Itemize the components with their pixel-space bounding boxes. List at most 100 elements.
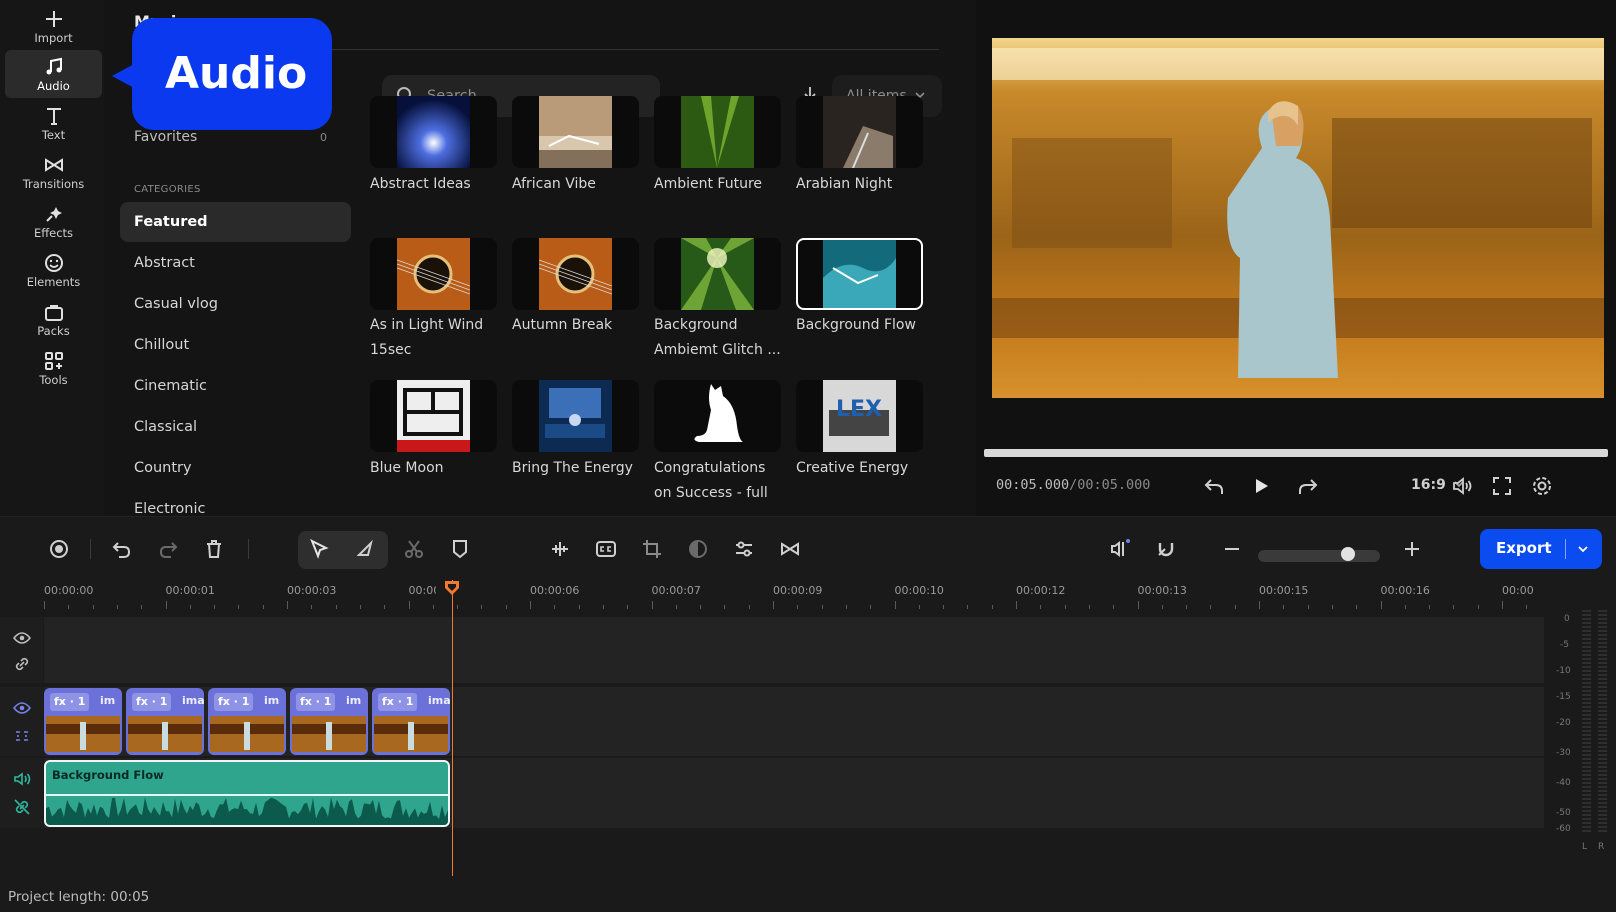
callout-pointer	[112, 64, 134, 88]
category-abstract[interactable]: Abstract	[120, 243, 351, 283]
tile-abstract-ideas[interactable]	[370, 96, 497, 168]
forward-icon[interactable]	[1296, 474, 1320, 498]
meter-label: -40	[1556, 778, 1571, 788]
rail-item-import[interactable]: Import	[5, 2, 102, 50]
play-icon[interactable]	[1249, 474, 1273, 498]
playhead[interactable]	[452, 580, 453, 876]
video-preview[interactable]	[992, 38, 1604, 398]
bag-icon	[44, 305, 63, 321]
ruler-tick	[748, 605, 750, 609]
volume-icon[interactable]	[1450, 474, 1474, 498]
undo-button[interactable]	[106, 533, 138, 565]
rail-label: Elements	[26, 275, 81, 289]
plus-icon	[1405, 542, 1419, 556]
tile-background-flow[interactable]	[796, 238, 923, 310]
fullscreen-icon[interactable]	[1490, 474, 1514, 498]
category-country[interactable]: Country	[120, 448, 351, 488]
select-tool-button[interactable]	[303, 533, 335, 565]
ruler-tick	[1356, 605, 1358, 609]
tile-as-in-light-wind[interactable]	[370, 238, 497, 310]
video-clip-4[interactable]: fx · 1 im	[290, 688, 368, 755]
rail-item-elements[interactable]: Elements	[5, 246, 102, 294]
toolbar-divider	[248, 539, 249, 559]
ruler-tick	[1526, 605, 1528, 609]
redo-button[interactable]	[152, 533, 184, 565]
chevron-down-icon[interactable]	[1577, 543, 1589, 555]
progress-bar[interactable]	[984, 449, 1608, 457]
eye-icon[interactable]	[13, 629, 31, 647]
settings-gear-icon[interactable]	[1530, 474, 1554, 498]
rail-label: Text	[41, 128, 66, 142]
category-chillout[interactable]: Chillout	[120, 325, 351, 365]
audio-split-button[interactable]	[544, 533, 576, 565]
adjust-button[interactable]	[728, 533, 760, 565]
link-icon[interactable]	[13, 655, 31, 673]
crop-button[interactable]	[636, 533, 668, 565]
snap-button[interactable]	[1150, 533, 1182, 565]
clip-filmstrip	[128, 716, 202, 752]
eye-icon[interactable]	[13, 699, 31, 717]
color-button[interactable]	[682, 533, 714, 565]
ruler-tick	[432, 605, 434, 609]
ruler-tick	[651, 601, 653, 609]
zoom-in-button[interactable]	[1396, 533, 1428, 565]
favorites-item[interactable]: Favorites	[134, 129, 197, 145]
audio-clip-background-flow[interactable]: Background Flow	[44, 760, 450, 827]
unlink-icon[interactable]	[13, 798, 31, 816]
category-electronic[interactable]: Electronic	[120, 489, 351, 516]
ruler-label: 00:00:16	[1380, 584, 1430, 597]
tile-congratulations[interactable]	[654, 380, 781, 452]
ruler-tick	[44, 601, 45, 609]
tile-bring-the-energy[interactable]	[512, 380, 639, 452]
rail-item-text[interactable]: Text	[5, 99, 102, 147]
category-cinematic[interactable]: Cinematic	[120, 366, 351, 406]
unlink-icon[interactable]	[13, 727, 31, 745]
ruler-tick	[1477, 605, 1479, 609]
video-clip-5[interactable]: fx · 1 ima	[372, 688, 450, 755]
audio-detach-button[interactable]	[1104, 533, 1136, 565]
ruler-label: 00:00:06	[530, 584, 580, 597]
delete-button[interactable]	[198, 533, 230, 565]
tile-label: Arabian Night	[796, 176, 893, 192]
ruler-tick	[797, 605, 799, 609]
playhead-handle-icon[interactable]	[444, 580, 460, 596]
record-button[interactable]	[43, 533, 75, 565]
rail-item-tools[interactable]: Tools	[5, 344, 102, 392]
tile-arabian-night[interactable]	[796, 96, 923, 168]
empty-track[interactable]	[44, 617, 1544, 683]
zoom-out-button[interactable]	[1216, 533, 1248, 565]
time-ruler[interactable]: 00:00:00 00:00:01 00:00:03 00:00:04 00:00:06…	[0, 580, 1545, 610]
speaker-icon[interactable]	[13, 770, 31, 788]
category-classical[interactable]: Classical	[120, 407, 351, 447]
ruler-tick	[1088, 605, 1090, 609]
rail-item-effects[interactable]: Effects	[5, 197, 102, 245]
rail-item-transitions[interactable]: Transitions	[5, 148, 102, 196]
transition-button[interactable]	[774, 533, 806, 565]
cut-button[interactable]	[398, 533, 430, 565]
clip-filmstrip	[210, 716, 284, 752]
tile-autumn-break[interactable]	[512, 238, 639, 310]
ruler-label: 00:00:15	[1259, 584, 1309, 597]
meter-label: -20	[1556, 718, 1571, 728]
blade-tool-button[interactable]	[349, 533, 381, 565]
tile-ambient-future[interactable]	[654, 96, 781, 168]
video-clip-3[interactable]: fx · 1 im	[208, 688, 286, 755]
export-button[interactable]: Export	[1480, 529, 1602, 569]
tile-blue-moon[interactable]	[370, 380, 497, 452]
clip-name: im	[346, 694, 362, 707]
tile-background-ambiemt-glitch[interactable]	[654, 238, 781, 310]
tile-creative-energy[interactable]: LEX	[796, 380, 923, 452]
captions-button[interactable]	[590, 533, 622, 565]
zoom-slider-handle[interactable]	[1341, 547, 1355, 561]
tile-african-vibe[interactable]	[512, 96, 639, 168]
video-clip-2[interactable]: fx · 1 ima	[126, 688, 204, 755]
category-casual-vlog[interactable]: Casual vlog	[120, 284, 351, 324]
ruler-tick	[1234, 605, 1236, 609]
category-featured[interactable]: Featured	[120, 202, 351, 242]
rail-item-audio[interactable]: Audio	[5, 50, 102, 98]
rewind-icon[interactable]	[1202, 474, 1226, 498]
rail-item-packs[interactable]: Packs	[5, 295, 102, 343]
zoom-slider[interactable]	[1258, 550, 1380, 562]
marker-button[interactable]	[444, 533, 476, 565]
video-clip-1[interactable]: fx · 1 im	[44, 688, 122, 755]
